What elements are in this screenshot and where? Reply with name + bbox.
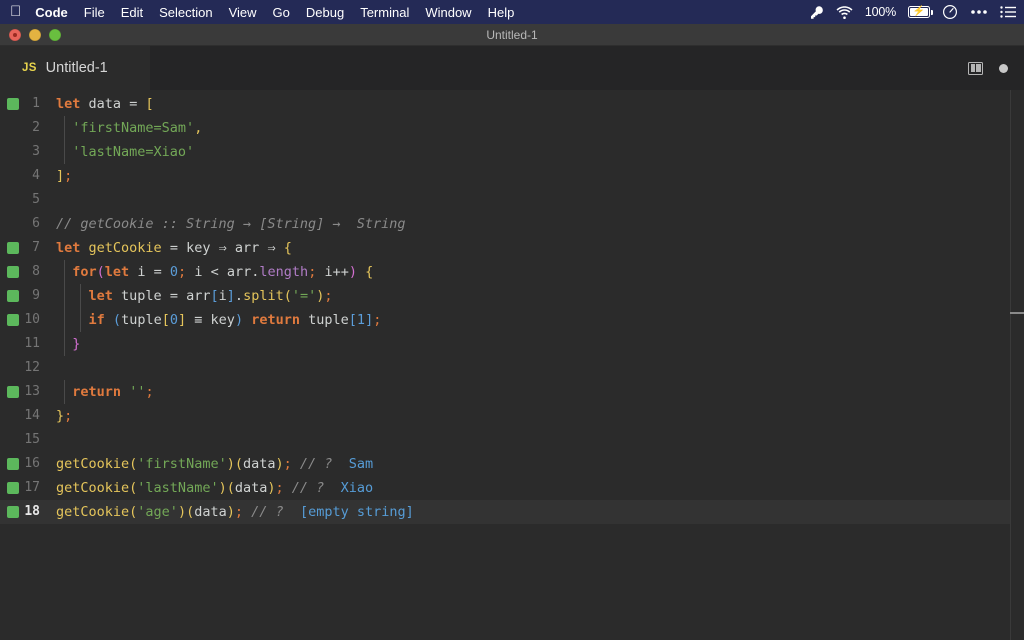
line-number: 12 [24, 360, 40, 375]
line-number: 2 [32, 120, 40, 135]
line-source[interactable]: let data = [ [56, 92, 1024, 116]
traffic-lights [0, 28, 61, 41]
close-button[interactable] [9, 28, 21, 41]
vpn-key-icon[interactable] [810, 5, 824, 20]
line-source[interactable]: }; [56, 404, 1024, 428]
line-number: 3 [32, 144, 40, 159]
line-source[interactable]: getCookie('firstName')(data); // ? Sam [56, 452, 1024, 476]
line-source[interactable]: getCookie('lastName')(data); // ? Xiao [56, 476, 1024, 500]
battery-charging-icon[interactable]: ⚡ [908, 6, 933, 18]
code-line-17[interactable]: 17 getCookie('lastName')(data); // ? Xia… [0, 476, 1024, 500]
menu-item-file[interactable]: File [84, 5, 105, 20]
code-editor[interactable]: 1 let data = [ 2 'firstName=Sam', 3 'las… [0, 90, 1024, 640]
menu-item-help[interactable]: Help [488, 5, 515, 20]
coverage-marker [7, 458, 19, 470]
line-source[interactable]: let getCookie = key ⇒ arr ⇒ { [56, 236, 1024, 260]
javascript-file-icon: JS [22, 62, 37, 74]
line-source[interactable]: if (tuple[0] ≡ key) return tuple[1]; [56, 308, 1024, 332]
code-line-15[interactable]: 15 [0, 428, 1024, 452]
code-line-18[interactable]: 18 getCookie('age')(data); // ? [empty s… [0, 500, 1024, 524]
scrollbar-edge [1010, 90, 1011, 640]
line-number: 11 [24, 336, 40, 351]
menu-item-window[interactable]: Window [425, 5, 471, 20]
line-source[interactable]: for(let i = 0; i < arr.length; i++) { [56, 260, 1024, 284]
editor-scrollbar[interactable] [1010, 90, 1024, 640]
line-source[interactable]: 'firstName=Sam', [56, 116, 1024, 140]
menu-item-terminal[interactable]: Terminal [360, 5, 409, 20]
list-icon[interactable] [1000, 6, 1016, 18]
line-source[interactable]: getCookie('age')(data); // ? [empty stri… [56, 500, 1024, 524]
line-number: 15 [24, 432, 40, 447]
code-line-2[interactable]: 2 'firstName=Sam', [0, 116, 1024, 140]
menu-item-edit[interactable]: Edit [121, 5, 143, 20]
inline-result: Xiao [340, 480, 374, 496]
clock-icon[interactable] [942, 4, 958, 20]
cursor-overview-mark [1010, 312, 1024, 314]
wifi-icon[interactable] [836, 5, 853, 19]
menu-item-debug[interactable]: Debug [306, 5, 344, 20]
code-line-6[interactable]: 6 // getCookie :: String → [String] → St… [0, 212, 1024, 236]
menu-item-view[interactable]: View [229, 5, 257, 20]
code-line-13[interactable]: 13 return ''; [0, 380, 1024, 404]
menubar-status-items: 100% ⚡ [810, 4, 1016, 20]
code-line-9[interactable]: 9 let tuple = arr[i].split('='); [0, 284, 1024, 308]
menu-item-go[interactable]: Go [273, 5, 290, 20]
code-line-8[interactable]: 8 for(let i = 0; i < arr.length; i++) { [0, 260, 1024, 284]
battery-percent-label: 100% [864, 5, 896, 19]
code-line-4[interactable]: 4 ]; [0, 164, 1024, 188]
line-number: 4 [32, 168, 40, 183]
coverage-marker [7, 266, 19, 278]
inline-result: [empty string] [299, 504, 414, 520]
line-source[interactable]: return ''; [56, 380, 1024, 404]
line-source[interactable]: let tuple = arr[i].split('='); [56, 284, 1024, 308]
split-editor-icon[interactable] [968, 61, 983, 75]
code-line-5[interactable]: 5 [0, 188, 1024, 212]
editor-tab-bar: JS Untitled-1 [0, 46, 1024, 90]
window-title-bar: Untitled-1 [0, 24, 1024, 46]
zoom-button[interactable] [49, 28, 61, 41]
line-number: 5 [32, 192, 40, 207]
coverage-marker [7, 506, 19, 518]
minimize-button[interactable] [29, 28, 41, 41]
tab-bar-actions [968, 46, 1024, 90]
code-line-7[interactable]: 7 let getCookie = key ⇒ arr ⇒ { [0, 236, 1024, 260]
line-number: 6 [32, 216, 40, 231]
code-line-11[interactable]: 11 } [0, 332, 1024, 356]
line-source[interactable]: ]; [56, 164, 1024, 188]
code-line-14[interactable]: 14 }; [0, 404, 1024, 428]
editor-tab-label: Untitled-1 [45, 60, 108, 76]
code-lines[interactable]: 1 let data = [ 2 'firstName=Sam', 3 'las… [0, 90, 1024, 640]
coverage-marker [7, 98, 19, 110]
code-line-3[interactable]: 3 'lastName=Xiao' [0, 140, 1024, 164]
unsaved-indicator-icon[interactable] [999, 63, 1008, 73]
window-title: Untitled-1 [486, 27, 538, 42]
line-source[interactable]: } [56, 332, 1024, 356]
coverage-marker [7, 386, 19, 398]
inline-result: Sam [348, 456, 374, 472]
coverage-marker [7, 242, 19, 254]
code-line-12[interactable]: 12 [0, 356, 1024, 380]
coverage-marker [7, 314, 19, 326]
macos-menu-bar:  Code File Edit Selection View Go Debug… [0, 0, 1024, 24]
coverage-marker [7, 290, 19, 302]
coverage-marker [7, 482, 19, 494]
editor-tab-untitled-1[interactable]: JS Untitled-1 [0, 46, 150, 90]
line-source[interactable]: 'lastName=Xiao' [56, 140, 1024, 164]
menu-item-code[interactable]: Code [35, 5, 68, 20]
apple-menu-icon[interactable]:  [10, 4, 21, 19]
line-source[interactable]: // getCookie :: String → [String] → Stri… [56, 212, 1024, 236]
menu-item-selection[interactable]: Selection [159, 5, 212, 20]
code-line-1[interactable]: 1 let data = [ [0, 92, 1024, 116]
code-line-16[interactable]: 16 getCookie('firstName')(data); // ? Sa… [0, 452, 1024, 476]
code-line-10[interactable]: 10 if (tuple[0] ≡ key) return tuple[1]; [0, 308, 1024, 332]
line-number: 14 [24, 408, 40, 423]
ellipsis-icon[interactable] [970, 9, 988, 15]
